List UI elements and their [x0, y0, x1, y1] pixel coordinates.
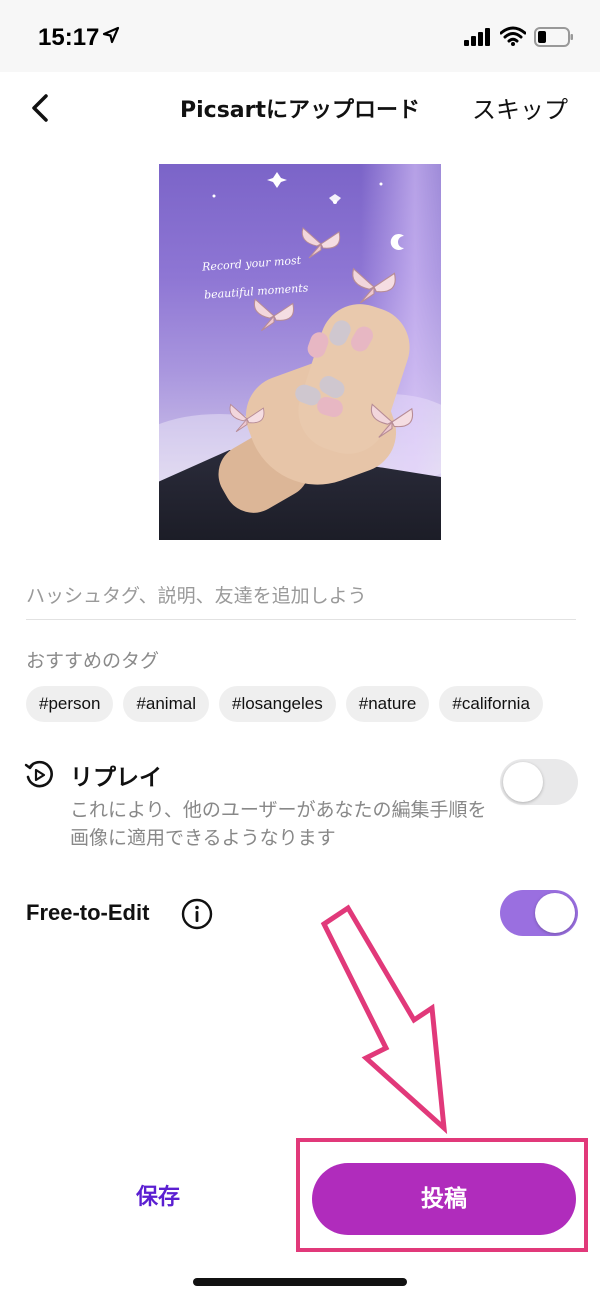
status-bar: 15:17: [0, 0, 600, 72]
cellular-signal-icon: [464, 28, 490, 46]
tag-chip-person[interactable]: #person: [26, 686, 114, 722]
description-input[interactable]: [26, 572, 576, 620]
butterfly-icon: [229, 403, 265, 433]
status-time: 15:17: [38, 24, 100, 51]
post-button[interactable]: 投稿: [312, 1163, 576, 1235]
home-indicator: [193, 1278, 407, 1286]
toggle-knob: [535, 893, 575, 933]
location-arrow-icon: [102, 26, 120, 44]
replay-icon: [24, 760, 53, 788]
free-to-edit-toggle[interactable]: [500, 890, 578, 936]
nav-bar: Picsartにアップロード スキップ: [0, 72, 600, 142]
replay-description: これにより、他のユーザーがあなたの編集手順を画像に適用できるようなります: [70, 799, 487, 849]
image-preview: Record your most beautiful moments: [159, 164, 441, 540]
skip-button[interactable]: スキップ: [472, 90, 568, 125]
recommended-tags-label: おすすめのタグ: [26, 650, 160, 672]
wifi-icon: [500, 26, 526, 46]
tag-chip-nature[interactable]: #nature: [345, 686, 430, 722]
butterfly-icon: [352, 267, 396, 304]
tag-chip-california[interactable]: #california: [439, 686, 543, 722]
tag-chip-losangeles[interactable]: #losangeles: [218, 686, 336, 722]
toggle-knob: [503, 762, 543, 802]
replay-title: リプレイ: [70, 765, 162, 791]
tag-chip-animal[interactable]: #animal: [123, 686, 209, 722]
free-to-edit-label: Free-to-Edit: [26, 900, 150, 925]
butterfly-icon: [301, 227, 341, 259]
info-icon[interactable]: [181, 898, 213, 930]
replay-toggle[interactable]: [500, 759, 578, 805]
recommended-tags-list: #person #animal #losangeles #nature #califor…: [26, 686, 600, 722]
annotation-arrow-icon: [320, 904, 448, 1135]
save-button[interactable]: 保存: [108, 1168, 208, 1228]
battery-icon: [534, 27, 573, 47]
butterfly-icon: [253, 298, 294, 332]
butterfly-icon: [370, 403, 414, 438]
